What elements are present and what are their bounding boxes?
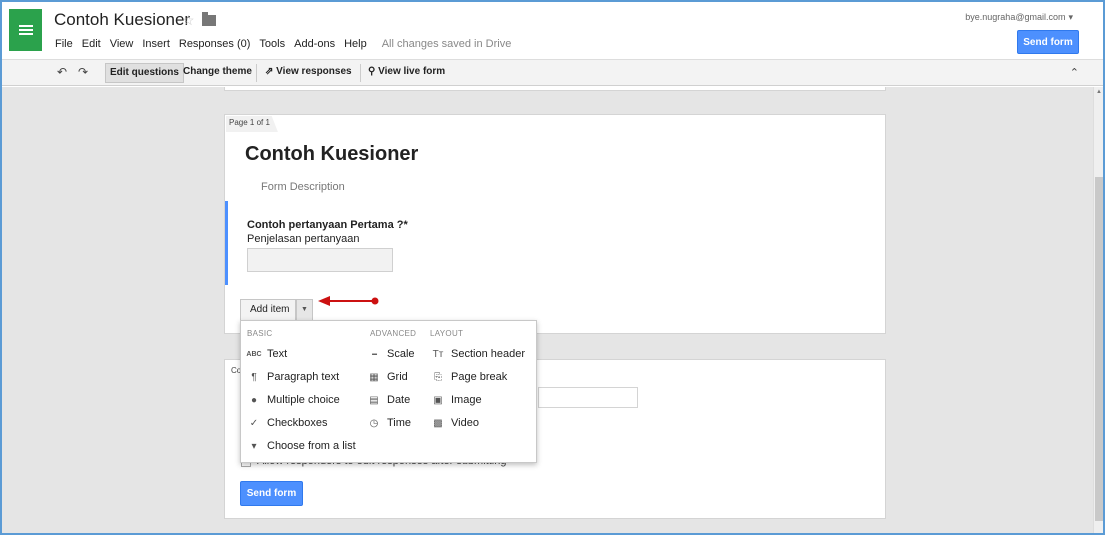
menu-item-label: Section header [451,348,525,360]
required-mark: * [403,219,408,231]
send-form-button[interactable]: Send form [240,481,303,506]
menu-heading-advanced: ADVANCED [370,329,417,338]
form-canvas: Page 1 of 1 Contoh Kuesioner Form Descri… [2,87,1103,533]
collapse-icon[interactable]: ⌃ [1070,66,1079,79]
menu-item-label: Grid [387,371,408,383]
live-form-icon: ⚲ [368,66,379,77]
toolbar-divider [256,64,257,82]
toolbar: ↶ ↷ Edit questions Change theme ⇗ View r… [2,59,1103,86]
menu-item-time[interactable]: ◷ Time [365,414,411,432]
star-icon[interactable]: ☆ [182,12,195,29]
menu-heading-basic: BASIC [247,329,273,338]
menu-item-multiple-choice[interactable]: ● Multiple choice [245,391,340,409]
menu-help[interactable]: Help [344,38,367,50]
add-item-button[interactable]: Add item [240,299,297,321]
add-item-menu: BASIC ADVANCED LAYOUT ABC Text ¶ Paragraph… [240,320,537,463]
redo-icon[interactable]: ↷ [78,65,88,79]
menu-bar: File Edit View Insert Responses (0) Tool… [55,38,511,50]
menu-item-label: Page break [451,371,508,383]
menu-heading-layout: LAYOUT [430,329,464,338]
undo-icon[interactable]: ↶ [57,65,67,79]
edit-questions-button[interactable]: Edit questions [105,63,184,83]
menu-tools[interactable]: Tools [259,38,285,50]
menu-item-checkboxes[interactable]: ✓ Checkboxes [245,414,328,432]
menu-addons[interactable]: Add-ons [294,38,335,50]
menu-item-label: Scale [387,348,415,360]
menu-insert[interactable]: Insert [142,38,170,50]
menu-item-label: Choose from a list [267,440,356,452]
document-title[interactable]: Contoh Kuesioner [54,10,190,30]
video-icon: ▩ [433,417,443,429]
chevron-down-icon: ▾ [1068,12,1073,22]
header: Contoh Kuesioner ☆ File Edit View Insert… [2,2,1103,58]
menu-item-label: Date [387,394,411,406]
image-icon: ▣ [433,394,443,406]
menu-item-label: Image [451,394,482,406]
menu-item-page-break[interactable]: ⎘ Page break [429,368,507,386]
menu-file[interactable]: File [55,38,73,50]
grid-icon: ▦ [369,371,379,383]
app-window: Contoh Kuesioner ☆ File Edit View Insert… [0,0,1105,535]
page-break-icon: ⎘ [434,371,442,383]
menu-item-label: Text [267,348,288,360]
scale-icon: ━ [372,349,377,359]
card-edge [224,87,886,91]
menu-item-label: Time [387,417,412,429]
menu-item-section-header[interactable]: Tт Section header [429,345,525,363]
arrow-dot [371,297,379,305]
view-responses-button[interactable]: ⇗ View responses [265,66,352,77]
menu-item-label: Multiple choice [267,394,340,406]
external-link-icon: ⇗ [265,66,277,77]
toolbar-divider [360,64,361,82]
question-title[interactable]: Contoh pertanyaan Pertama ?* [247,219,408,231]
answer-text-input[interactable] [247,248,393,272]
radio-icon: ● [250,394,258,406]
form-title[interactable]: Contoh Kuesioner [245,143,418,166]
question-help-text: Penjelasan pertanyaan [247,233,360,245]
save-status: All changes saved in Drive [381,38,512,50]
page-indicator: Page 1 of 1 [226,116,278,132]
scroll-thumb[interactable] [1095,177,1103,521]
account-switcher[interactable]: bye.nugraha@gmail.com ▾ [965,12,1073,23]
form-description[interactable]: Form Description [261,181,345,193]
chevron-down-icon[interactable]: ▼ [296,299,313,321]
folder-icon[interactable] [202,12,216,26]
menu-item-scale[interactable]: ━ Scale [365,345,415,363]
view-live-form-button[interactable]: ⚲ View live form [368,66,445,77]
scrollbar[interactable]: ▲ [1093,87,1103,533]
menu-item-label: Paragraph text [267,371,340,383]
dropdown-icon: ▾ [251,440,257,452]
menu-item-grid[interactable]: ▦ Grid [365,368,408,386]
menu-edit[interactable]: Edit [82,38,101,50]
calendar-icon: ▤ [369,394,379,406]
checkmark-icon: ✓ [249,417,259,429]
menu-item-label: Checkboxes [267,417,328,429]
send-form-button[interactable]: Send form [1017,30,1079,54]
menu-responses[interactable]: Responses (0) [179,38,251,50]
section-header-icon: Tт [432,348,444,360]
scroll-up-arrow-icon[interactable]: ▲ [1096,89,1102,95]
menu-item-choose-from-list[interactable]: ▾ Choose from a list [245,437,356,455]
list-icon [18,23,33,37]
menu-item-paragraph-text[interactable]: ¶ Paragraph text [245,368,339,386]
view-responses-label: View responses [276,66,352,77]
forms-app-icon[interactable] [9,9,42,51]
paragraph-icon: ¶ [251,371,257,383]
arrow-head [318,296,330,306]
menu-item-date[interactable]: ▤ Date [365,391,410,409]
confirmation-message-input[interactable] [538,387,638,408]
clock-icon: ◷ [369,417,379,429]
abc-icon: ABC [246,350,262,358]
account-email: bye.nugraha@gmail.com [965,12,1066,22]
view-live-form-label: View live form [378,66,446,77]
menu-item-label: Video [451,417,479,429]
menu-item-text[interactable]: ABC Text [245,345,287,363]
question-title-text: Contoh pertanyaan Pertama ? [247,219,404,231]
change-theme-button[interactable]: Change theme [183,66,252,77]
menu-view[interactable]: View [110,38,134,50]
red-arrow-annotation [318,296,379,306]
menu-item-image[interactable]: ▣ Image [429,391,482,409]
menu-item-video[interactable]: ▩ Video [429,414,479,432]
question-selection-bar [225,201,228,285]
